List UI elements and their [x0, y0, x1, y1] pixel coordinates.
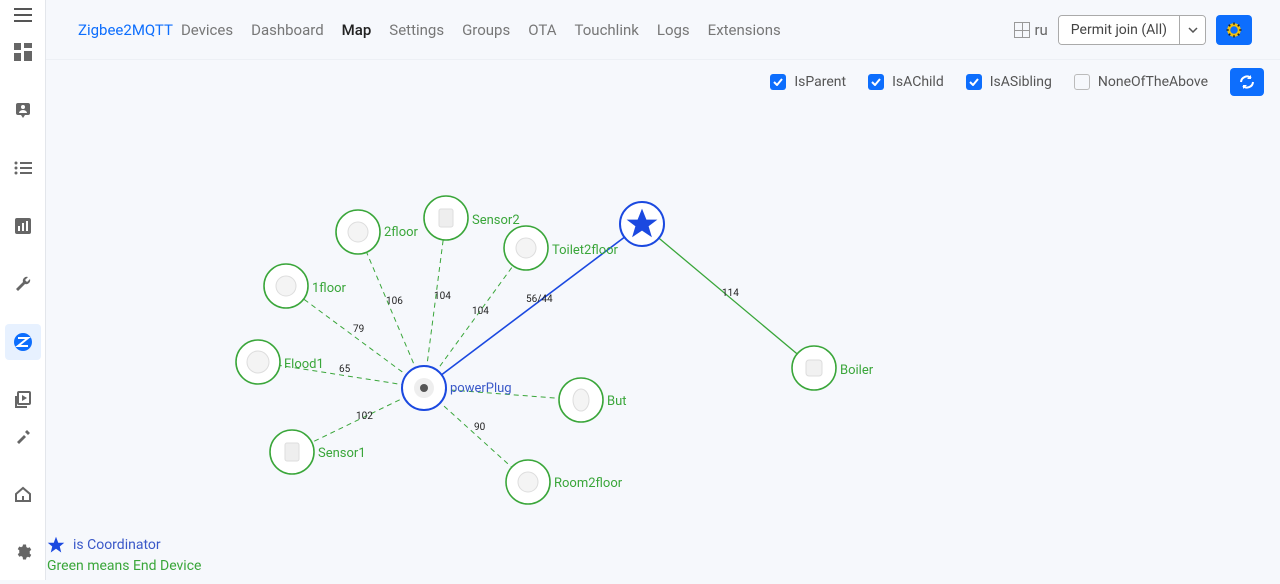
layers-icon — [14, 391, 32, 409]
checkbox-icon — [966, 74, 982, 90]
nav-settings[interactable]: Settings — [389, 21, 444, 39]
node-label: powerPlug — [450, 381, 512, 396]
filter-label: IsAChild — [892, 74, 944, 90]
legend-coordinator-text: is Coordinator — [73, 537, 161, 553]
nav-groups[interactable]: Groups — [462, 21, 510, 39]
node-flood1[interactable]: Flood1 — [236, 340, 324, 384]
node-label: 2floor — [384, 225, 419, 240]
node-label: Room2floor — [554, 476, 623, 491]
checkbox-icon — [1074, 74, 1090, 90]
node-powerplug[interactable]: powerPlug — [402, 366, 512, 410]
chevron-down-icon — [1188, 27, 1198, 33]
legend: is Coordinator Green means End Device — [47, 536, 201, 574]
bar-chart-icon — [15, 218, 31, 234]
nav-map[interactable]: Map — [342, 21, 372, 39]
list-icon — [14, 161, 32, 175]
filter-is-parent[interactable]: IsParent — [770, 74, 846, 90]
lqi-label: 90 — [474, 422, 486, 433]
hamburger-icon — [14, 8, 32, 22]
zigbee-icon — [13, 332, 33, 352]
node-sensor1[interactable]: Sensor1 — [270, 430, 366, 474]
node-toilet2floor[interactable]: Toilet2floor — [504, 226, 619, 270]
filter-is-a-child[interactable]: IsAChild — [868, 74, 944, 90]
node-2floor[interactable]: 2floor — [336, 210, 419, 254]
lqi-label: 106 — [386, 296, 403, 307]
language-selector[interactable]: ru — [1014, 21, 1047, 39]
sidebar-item-media[interactable] — [5, 382, 41, 418]
brand[interactable]: Zigbee2MQTT — [78, 21, 173, 39]
nav-ota[interactable]: OTA — [528, 21, 556, 39]
lqi-label: 56/44 — [526, 294, 553, 305]
node-label: But — [607, 394, 627, 409]
nav-logs[interactable]: Logs — [657, 21, 690, 39]
filter-label: IsParent — [794, 74, 846, 90]
sidebar-item-build[interactable] — [5, 418, 41, 454]
person-icon — [14, 101, 32, 119]
lqi-label: 104 — [472, 306, 489, 317]
node-label: Boiler — [840, 363, 874, 378]
sidebar-item-settings[interactable] — [5, 534, 41, 570]
nav-devices[interactable]: Devices — [181, 21, 233, 39]
node-label: Flood1 — [284, 357, 324, 372]
hammer-icon — [14, 427, 32, 445]
lqi-label: 102 — [356, 411, 373, 422]
node-1floor[interactable]: 1floor — [264, 264, 347, 308]
wrench-icon — [14, 275, 32, 293]
gear-icon — [14, 543, 32, 561]
node-boiler[interactable]: Boiler — [792, 346, 874, 390]
checkbox-icon — [770, 74, 786, 90]
permit-join-button[interactable]: Permit join (All) — [1059, 16, 1179, 44]
language-label: ru — [1034, 21, 1047, 39]
node-label: Sensor1 — [318, 446, 366, 461]
sidebar-item-tools[interactable] — [5, 266, 41, 302]
node-label: Toilet2floor — [552, 243, 619, 258]
legend-enddevice-text: Green means End Device — [47, 558, 201, 574]
dashboard-icon — [14, 43, 32, 61]
node-sensor2[interactable]: Sensor2 — [424, 196, 520, 240]
lqi-label: 114 — [722, 288, 739, 299]
menu-toggle[interactable] — [0, 6, 46, 24]
sidebar-item-charts[interactable] — [5, 208, 41, 244]
checkbox-icon — [868, 74, 884, 90]
nav-touchlink[interactable]: Touchlink — [575, 21, 639, 39]
node-coordinator[interactable] — [620, 202, 664, 246]
sidebar-item-home[interactable] — [5, 476, 41, 512]
sidebar-item-dashboard[interactable] — [5, 34, 41, 70]
sidebar-item-zigbee[interactable] — [5, 324, 41, 360]
sidebar-item-devices[interactable] — [5, 92, 41, 128]
sidebar — [0, 0, 46, 580]
filter-none-of-the-above[interactable]: NoneOfTheAbove — [1074, 74, 1208, 90]
node-but[interactable]: But — [559, 378, 627, 422]
filter-bar: IsParent IsAChild IsASibling NoneOfTheAb… — [46, 60, 1280, 104]
lqi-label: 65 — [339, 364, 351, 375]
nav-dashboard[interactable]: Dashboard — [251, 21, 324, 39]
nav-extensions[interactable]: Extensions — [708, 21, 781, 39]
node-room2floor[interactable]: Room2floor — [506, 460, 623, 504]
node-label: Sensor2 — [472, 213, 520, 228]
lqi-label: 104 — [434, 291, 451, 302]
filter-label: NoneOfTheAbove — [1098, 74, 1208, 90]
refresh-button[interactable] — [1230, 68, 1264, 96]
filter-is-a-sibling[interactable]: IsASibling — [966, 74, 1052, 90]
sidebar-item-list[interactable] — [5, 150, 41, 186]
refresh-icon — [1239, 74, 1255, 90]
permit-join-dropdown[interactable] — [1179, 16, 1205, 44]
star-icon — [47, 536, 65, 554]
home-icon — [14, 485, 32, 503]
node-label: 1floor — [312, 281, 347, 296]
filter-label: IsASibling — [990, 74, 1052, 90]
broken-image-icon — [1014, 22, 1030, 38]
topbar: Zigbee2MQTT Devices Dashboard Map Settin… — [46, 0, 1280, 60]
map-settings-button[interactable] — [1216, 15, 1252, 45]
lqi-label: 79 — [353, 324, 364, 335]
cog-icon — [1225, 21, 1243, 39]
network-map[interactable]: 106 104 104 56/44 114 79 65 102 90 power… — [46, 104, 1280, 580]
